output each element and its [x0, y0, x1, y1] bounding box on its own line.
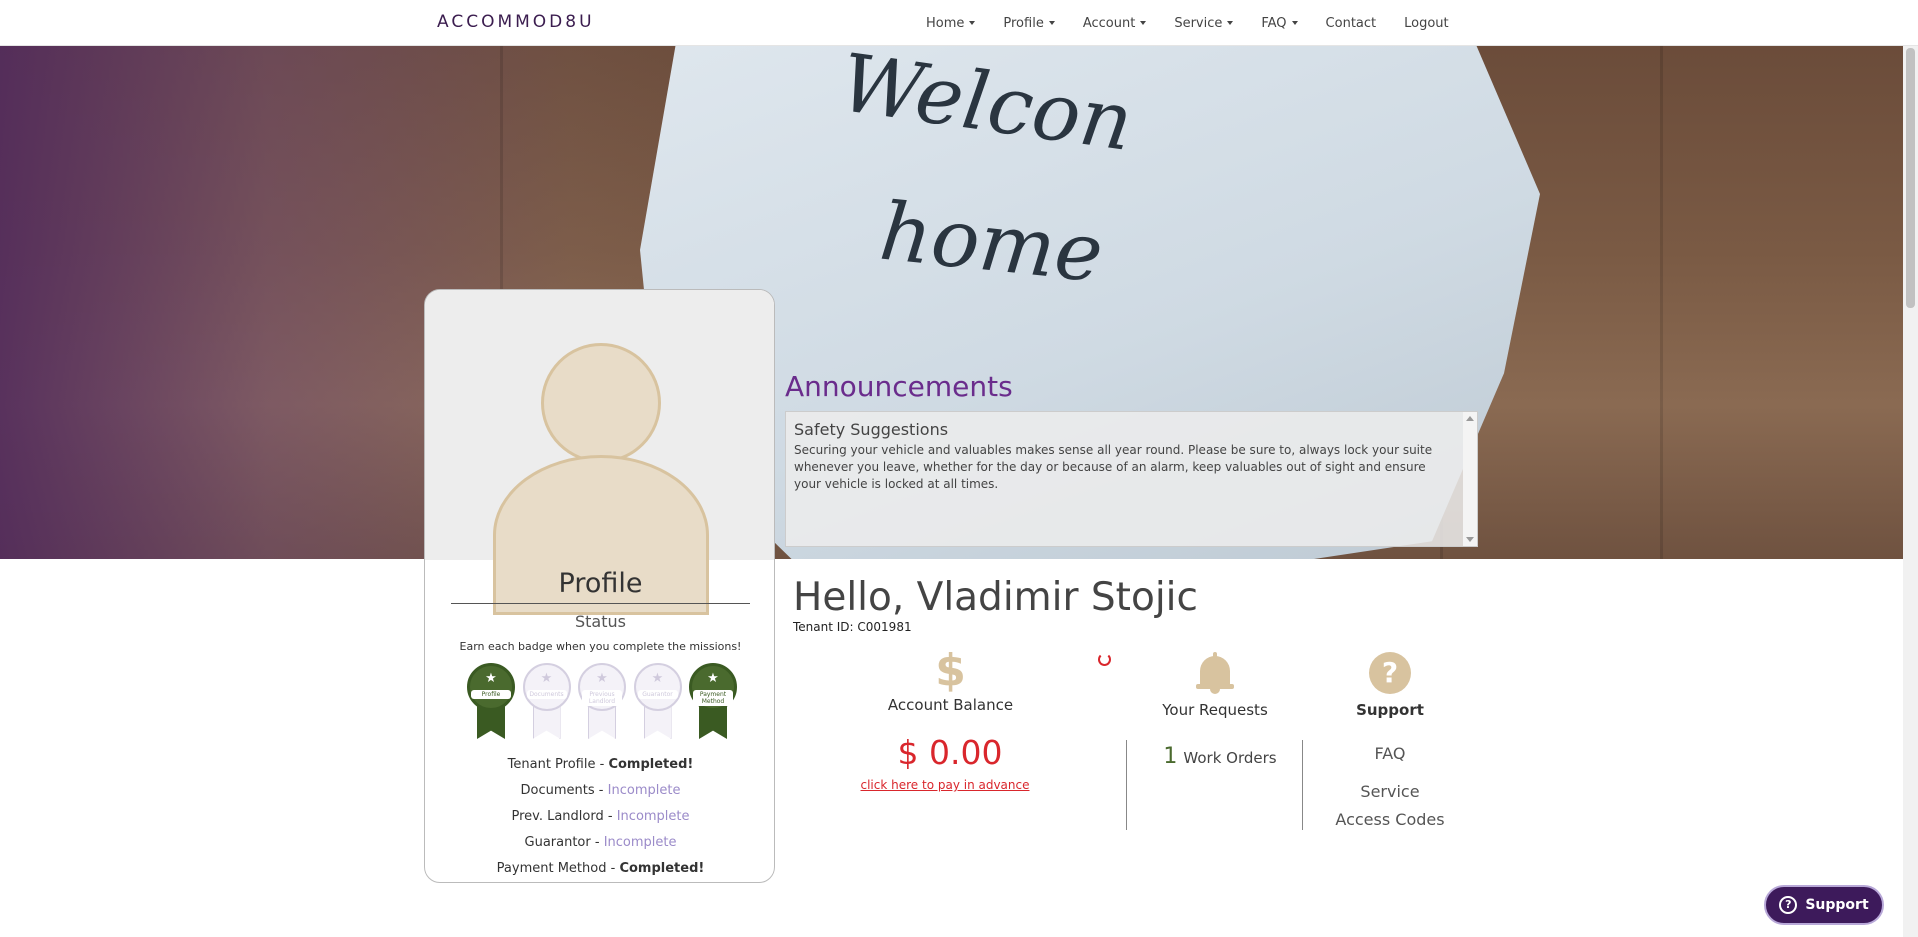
badge-previous-landlord: ★ Previous Landlord: [578, 663, 626, 739]
mission-status-link[interactable]: Incomplete: [604, 835, 677, 850]
mission-payment-method: Payment Method - Completed!: [496, 861, 705, 876]
work-orders-count: 1: [1163, 744, 1178, 769]
bell-icon: [1196, 652, 1234, 694]
announcements-title: Announcements: [785, 370, 1013, 403]
support-button[interactable]: ? Support: [1764, 885, 1884, 925]
support-link-faq[interactable]: FAQ: [1310, 744, 1470, 763]
mission-guarantor: Guarantor - Incomplete: [524, 835, 677, 850]
account-balance-label: Account Balance: [887, 696, 1014, 714]
nav-service-label: Service: [1174, 15, 1223, 31]
announcements-scrollbar[interactable]: [1463, 412, 1477, 546]
badge-documents: ★ Documents: [522, 663, 571, 739]
scroll-up-arrow-icon[interactable]: [1466, 416, 1474, 421]
nav-profile-label: Profile: [1003, 15, 1044, 31]
support-link-access-codes[interactable]: Access Codes: [1310, 810, 1470, 829]
scroll-down-arrow-icon[interactable]: [1466, 537, 1474, 542]
badge-payment-method: ★ Payment Method: [689, 663, 737, 739]
mission-status-link[interactable]: Incomplete: [617, 809, 690, 824]
brand-logo[interactable]: ACCOMMOD8U: [437, 12, 595, 32]
badge-label: Previous Landlord: [582, 690, 622, 706]
mission-name: Prev. Landlord: [511, 809, 604, 824]
star-icon: ★: [651, 671, 664, 686]
work-orders-link[interactable]: 1 Work Orders: [1150, 744, 1290, 769]
mission-name: Payment Method: [496, 861, 607, 876]
badge-profile: ★ Profile: [467, 663, 515, 739]
badge-row: ★ Profile ★ Documents ★ Previous Landlord ★…: [467, 663, 737, 739]
nav-profile[interactable]: Profile: [1003, 15, 1055, 31]
support-section: ? Support: [1310, 652, 1470, 719]
dollar-icon: $: [935, 645, 966, 696]
announcement-body: Securing your vehicle and valuables make…: [794, 443, 1433, 491]
your-requests-section: Your Requests: [1140, 652, 1290, 719]
mission-list: Tenant Profile - Completed! Documents - …: [425, 752, 774, 882]
nav-faq-label: FAQ: [1261, 15, 1287, 31]
avatar: [425, 290, 774, 615]
your-requests-label: Your Requests: [1162, 701, 1268, 719]
badge-guarantor: ★ Guarantor: [633, 663, 682, 739]
refresh-icon[interactable]: [1098, 653, 1111, 666]
balance-amount: $ 0.00: [897, 733, 1003, 772]
star-icon: ★: [596, 671, 608, 686]
nav-logout[interactable]: Logout: [1404, 16, 1449, 31]
nav-home-label: Home: [926, 15, 965, 31]
nav-account-label: Account: [1082, 15, 1136, 31]
tenant-id: Tenant ID: C001981: [793, 620, 912, 634]
nav-logout-label: Logout: [1404, 15, 1449, 31]
divider: [451, 603, 750, 604]
nav-contact[interactable]: Contact: [1326, 16, 1377, 31]
support-link-service[interactable]: Service: [1310, 782, 1470, 801]
nav-faq[interactable]: FAQ: [1261, 15, 1298, 31]
mission-status: Completed!: [619, 861, 705, 876]
nav-home[interactable]: Home: [926, 15, 976, 31]
greeting-title: Hello, Vladimir Stojic: [793, 575, 1198, 620]
caret-down-icon: [1140, 21, 1147, 25]
mission-prev-landlord: Prev. Landlord - Incomplete: [511, 809, 690, 824]
star-icon: ★: [485, 671, 497, 686]
star-icon: ★: [540, 671, 553, 686]
badge-note: Earn each badge when you complete the mi…: [459, 640, 742, 653]
star-icon: ★: [707, 671, 719, 686]
caret-down-icon: [969, 21, 976, 25]
wood-plank-line: [1660, 46, 1663, 559]
support-links: FAQ Service Access Codes: [1310, 742, 1470, 829]
mission-documents: Documents - Incomplete: [520, 783, 681, 798]
badge-label: Profile: [471, 690, 511, 699]
scrollbar-thumb[interactable]: [1906, 48, 1915, 308]
column-divider: [1302, 740, 1303, 830]
mission-tenant-profile: Tenant Profile - Completed!: [507, 757, 694, 772]
question-icon: ?: [1779, 896, 1798, 914]
profile-status-label: Status: [575, 612, 626, 631]
nav-contact-label: Contact: [1325, 15, 1377, 31]
mission-name: Documents: [520, 783, 595, 798]
mission-status: Completed!: [608, 757, 694, 772]
announcement-heading: Safety Suggestions: [794, 420, 949, 439]
mission-name: Guarantor: [524, 835, 591, 850]
work-orders-label: Work Orders: [1183, 749, 1277, 767]
mission-name: Tenant Profile: [507, 757, 596, 772]
mission-status-link[interactable]: Incomplete: [608, 783, 681, 798]
top-navbar: ACCOMMOD8U Home Profile Account Service …: [0, 0, 1918, 46]
nav-service[interactable]: Service: [1174, 15, 1234, 31]
profile-card: Profile Status Earn each badge when you …: [424, 289, 775, 883]
profile-title: Profile: [558, 568, 643, 599]
page-scrollbar[interactable]: [1903, 46, 1918, 937]
support-button-label: Support: [1805, 897, 1869, 913]
caret-down-icon: [1291, 21, 1298, 25]
badge-label: Guarantor: [637, 690, 678, 699]
support-label: Support: [1356, 701, 1424, 719]
pay-in-advance-link[interactable]: click here to pay in advance: [850, 778, 1040, 792]
account-balance-section: $ Account Balance: [868, 645, 1033, 714]
badge-label: Documents: [526, 690, 567, 699]
main-nav: Home Profile Account Service FAQ Contact…: [926, 0, 1477, 46]
question-circle-icon: ?: [1369, 652, 1411, 694]
nav-account[interactable]: Account: [1083, 16, 1147, 31]
column-divider: [1126, 740, 1127, 830]
caret-down-icon: [1227, 21, 1234, 25]
badge-label: Payment Method: [693, 690, 733, 706]
avatar-head-shape: [541, 343, 661, 463]
announcements-box[interactable]: Safety Suggestions Securing your vehicle…: [785, 411, 1478, 547]
caret-down-icon: [1048, 21, 1055, 25]
